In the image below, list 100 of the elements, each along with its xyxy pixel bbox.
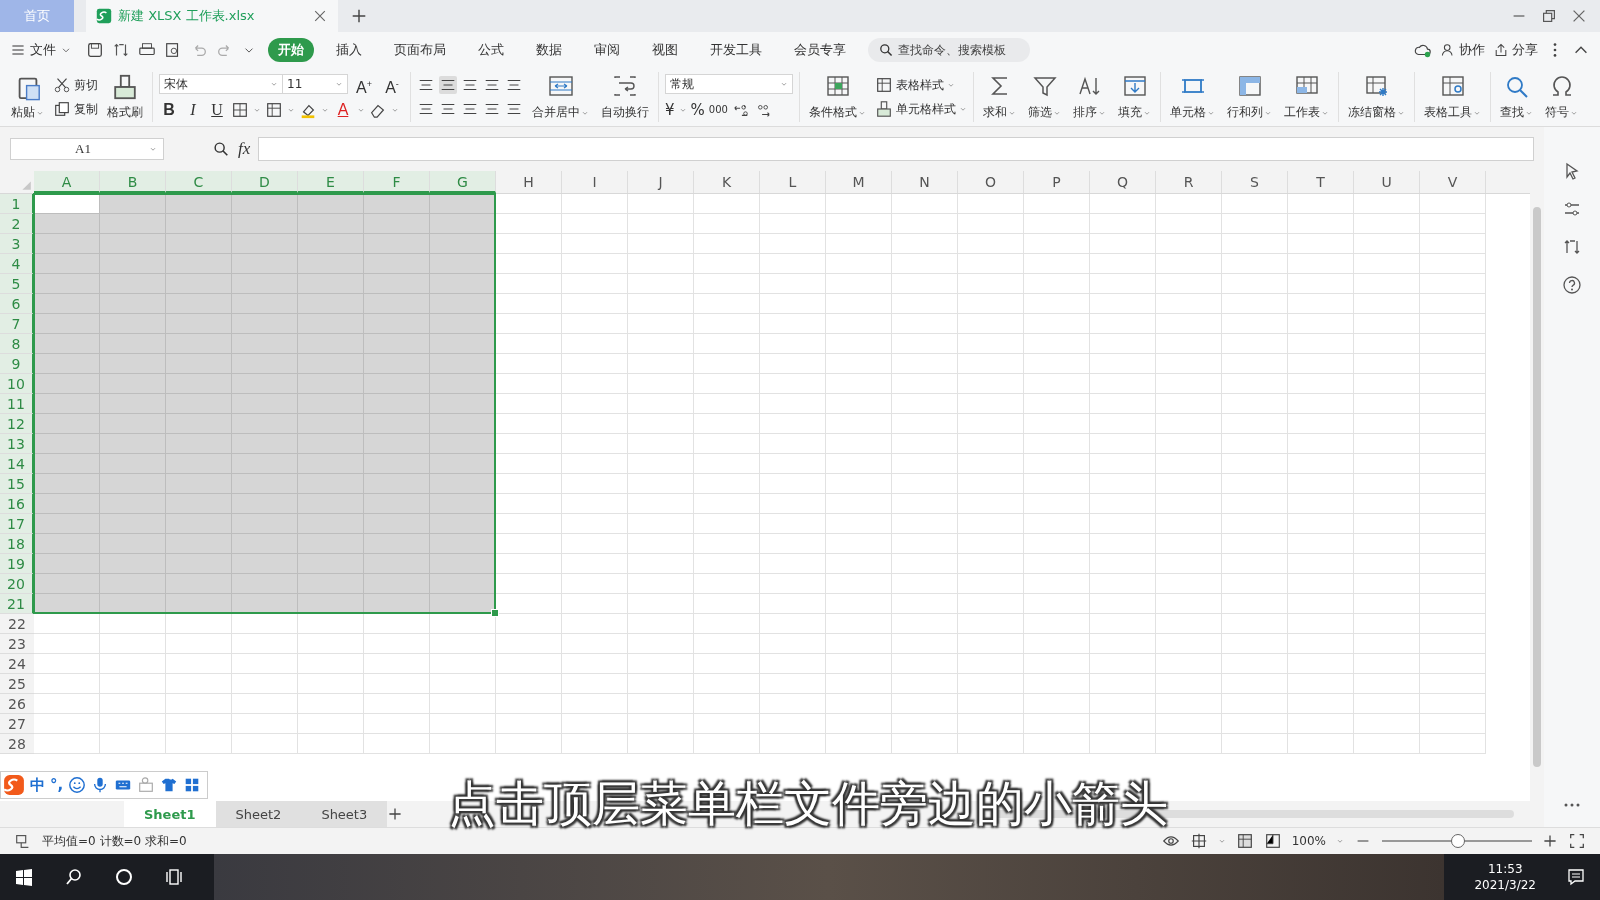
row-header[interactable]: 12 xyxy=(0,414,34,434)
row-header[interactable]: 6 xyxy=(0,294,34,314)
decrease-font-button[interactable]: A$^{-}$ xyxy=(380,74,404,94)
formula-input-field[interactable] xyxy=(258,137,1534,161)
row-header[interactable]: 5 xyxy=(0,274,34,294)
row-header[interactable]: 8 xyxy=(0,334,34,354)
ribbon-button[interactable]: 查找 xyxy=(1497,71,1536,123)
format-button[interactable]: U xyxy=(207,100,227,120)
ribbon-tab[interactable]: 页面布局 xyxy=(384,38,456,62)
task-view-icon[interactable] xyxy=(164,867,184,887)
row-header[interactable]: 23 xyxy=(0,634,34,654)
format-painter-button[interactable]: 格式刷 xyxy=(104,71,146,123)
add-sheet-icon[interactable] xyxy=(387,806,404,822)
sheet-tab[interactable]: Sheet1 xyxy=(124,801,216,827)
row-header[interactable]: 26 xyxy=(0,694,34,714)
font-size-field[interactable]: 11 xyxy=(282,74,348,94)
font-name-field[interactable]: 宋体 xyxy=(159,74,283,94)
column-header[interactable]: V xyxy=(1420,171,1486,193)
format-button[interactable]: A xyxy=(333,100,353,120)
row-header[interactable]: 21 xyxy=(0,594,34,614)
ribbon-tab[interactable]: 会员专享 xyxy=(784,38,856,62)
ribbon-button[interactable]: 行和列 xyxy=(1224,71,1275,123)
row-header[interactable]: 9 xyxy=(0,354,34,374)
increase-font-button[interactable]: A$^{+}$ xyxy=(352,74,376,94)
row-header[interactable]: 19 xyxy=(0,554,34,574)
column-header[interactable]: S xyxy=(1222,171,1288,193)
ribbon-button[interactable]: 单元格样式 xyxy=(875,100,967,118)
clock-date[interactable]: 2021/3/22 xyxy=(1474,878,1536,892)
logo-icon[interactable] xyxy=(3,774,25,796)
normal-view-icon[interactable] xyxy=(1235,832,1254,850)
row-header[interactable]: 28 xyxy=(0,734,34,754)
row-header[interactable]: 20 xyxy=(0,574,34,594)
restore-icon[interactable] xyxy=(1540,7,1558,25)
column-header[interactable]: N xyxy=(892,171,958,193)
row-header[interactable]: 13 xyxy=(0,434,34,454)
windows-icon[interactable] xyxy=(14,867,34,887)
row-header[interactable]: 18 xyxy=(0,534,34,554)
ribbon-button[interactable]: 筛选 xyxy=(1025,71,1064,123)
column-header[interactable]: L xyxy=(760,171,826,193)
ribbon-tab[interactable]: 数据 xyxy=(526,38,572,62)
fill-handle[interactable] xyxy=(491,609,499,617)
sheet-tab[interactable]: Sheet3 xyxy=(301,801,388,827)
row-header[interactable]: 10 xyxy=(0,374,34,394)
ribbon-tab[interactable]: 公式 xyxy=(468,38,514,62)
fullscreen-icon[interactable] xyxy=(1568,832,1586,850)
ribbon-tab[interactable]: 开始 xyxy=(268,38,314,62)
new-tab-icon[interactable] xyxy=(350,7,368,25)
paste-button[interactable]: 粘贴 xyxy=(8,71,47,123)
search-icon[interactable] xyxy=(64,867,84,887)
ribbon-button[interactable]: 条件格式 xyxy=(806,71,869,123)
input-mode-label[interactable]: 中 xyxy=(30,775,45,795)
sliders-icon[interactable] xyxy=(1562,199,1582,219)
smiley-icon[interactable] xyxy=(68,776,87,794)
file-menu-button[interactable]: 文件 xyxy=(10,41,72,59)
name-box[interactable]: A1 xyxy=(10,138,164,160)
column-header[interactable]: I xyxy=(562,171,628,193)
row-header[interactable]: 15 xyxy=(0,474,34,494)
ribbon-button[interactable]: 填充 xyxy=(1115,71,1154,123)
ribbon-tab[interactable]: 开发工具 xyxy=(700,38,772,62)
clock-time[interactable]: 11:53 xyxy=(1487,862,1523,876)
page-view-icon[interactable] xyxy=(1263,832,1282,850)
zoom-level-button[interactable]: 100% xyxy=(1291,834,1326,848)
row-header[interactable]: 4 xyxy=(0,254,34,274)
row-header[interactable]: 17 xyxy=(0,514,34,534)
ribbon-button[interactable]: 复制 xyxy=(53,100,98,118)
borders-icon[interactable] xyxy=(231,101,249,119)
column-header[interactable]: M xyxy=(826,171,892,193)
format-button[interactable]: 000 xyxy=(708,100,728,120)
crosshair-icon[interactable] xyxy=(1189,832,1208,850)
help-icon[interactable] xyxy=(1562,275,1582,295)
column-header[interactable]: B xyxy=(100,171,166,193)
column-header[interactable]: T xyxy=(1288,171,1354,193)
format-button[interactable]: % xyxy=(690,100,705,120)
column-header[interactable]: C xyxy=(166,171,232,193)
column-header[interactable]: R xyxy=(1156,171,1222,193)
ribbon-button[interactable]: 剪切 xyxy=(53,76,98,94)
share-button[interactable]: 分享 xyxy=(1493,41,1538,59)
column-header[interactable]: E xyxy=(298,171,364,193)
collaborate-button[interactable]: 协作 xyxy=(1440,41,1485,59)
column-header[interactable]: F xyxy=(364,171,430,193)
shirt-icon[interactable] xyxy=(160,776,179,794)
close-icon[interactable] xyxy=(312,8,328,24)
column-header[interactable]: P xyxy=(1024,171,1090,193)
zoom-icon[interactable] xyxy=(212,140,230,158)
column-header[interactable]: H xyxy=(496,171,562,193)
ribbon-button[interactable]: 单元格 xyxy=(1167,71,1218,123)
ribbon-button[interactable]: 符号 xyxy=(1542,71,1581,123)
command-search-field[interactable]: 查找命令、搜索模板 xyxy=(868,38,1030,62)
row-header[interactable]: 27 xyxy=(0,714,34,734)
ribbon-tab[interactable]: 插入 xyxy=(326,38,372,62)
function-label[interactable]: fx xyxy=(238,139,251,159)
format-button[interactable]: ¥ xyxy=(665,100,675,120)
row-header[interactable]: 16 xyxy=(0,494,34,514)
column-header[interactable]: A xyxy=(34,171,100,193)
row-header[interactable]: 22 xyxy=(0,614,34,634)
save-icon[interactable] xyxy=(86,41,104,59)
row-header[interactable]: 24 xyxy=(0,654,34,674)
column-header[interactable]: G xyxy=(430,171,496,193)
ribbon-button[interactable]: 合并居中 xyxy=(529,71,592,123)
cell-fill-icon[interactable] xyxy=(265,101,283,119)
